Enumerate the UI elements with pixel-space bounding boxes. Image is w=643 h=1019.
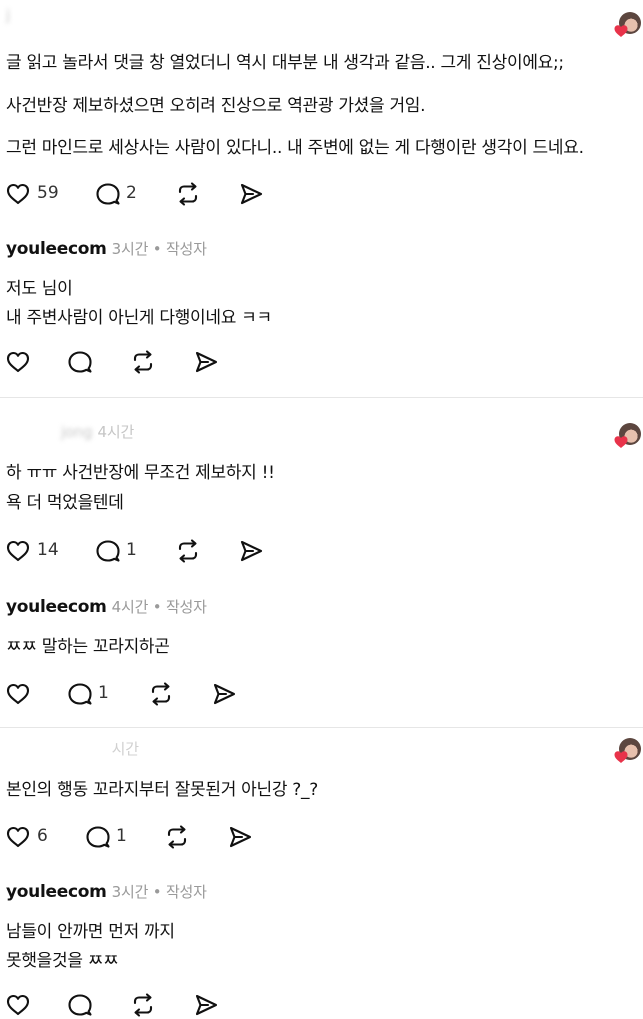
speech-bubble-icon <box>67 681 93 707</box>
author-liked-avatar <box>614 423 642 451</box>
reply-button[interactable] <box>95 181 121 207</box>
like-button[interactable] <box>5 538 31 564</box>
repost-icon <box>130 349 156 375</box>
share-button[interactable] <box>227 824 253 850</box>
repost-button[interactable] <box>148 681 174 707</box>
comment-text-line: 욕 더 먹었을텐데 <box>6 493 124 513</box>
send-icon <box>238 181 264 207</box>
send-icon <box>193 992 219 1018</box>
like-button[interactable] <box>5 824 31 850</box>
speech-bubble-icon <box>95 538 121 564</box>
send-icon <box>238 538 264 564</box>
like-count: 6 <box>37 826 48 846</box>
share-button[interactable] <box>193 349 219 375</box>
reply-author-name[interactable]: youleecom <box>6 882 107 902</box>
repost-button[interactable] <box>175 181 201 207</box>
reply-button[interactable] <box>67 992 93 1018</box>
reply-header: youleecom 4시간 • 작성자 <box>6 596 207 617</box>
comment-author-name[interactable]: j <box>6 6 115 24</box>
heart-outline-icon <box>5 824 31 850</box>
author-heart-icon <box>614 24 628 38</box>
comment-header: jong 4시간 <box>6 421 134 442</box>
repost-icon <box>175 538 201 564</box>
repost-button[interactable] <box>130 992 156 1018</box>
repost-button[interactable] <box>164 824 190 850</box>
author-heart-icon <box>614 435 628 449</box>
reply-text-line: 못햇을것을 ㅉㅉ <box>6 951 119 971</box>
reply-button[interactable] <box>67 681 93 707</box>
reply-text-line: 남들이 안까면 먼저 까지 <box>6 922 175 942</box>
reply-text-line: ㅉㅉ 말하는 꼬라지하곤 <box>6 637 170 657</box>
comment-header: 시간 <box>6 738 139 759</box>
author-heart-icon <box>614 750 628 764</box>
comment-text-line: 본인의 행동 꼬라지부터 잘못된거 아닌강 ?_? <box>6 780 318 800</box>
share-button[interactable] <box>193 992 219 1018</box>
comment-author-text: j <box>6 6 10 24</box>
comment-author-text: jong <box>60 423 93 441</box>
author-liked-avatar <box>614 12 642 40</box>
reply-button[interactable] <box>67 349 93 375</box>
heart-outline-icon <box>5 681 31 707</box>
send-icon <box>227 824 253 850</box>
comment-text-line: 글 읽고 놀라서 댓글 창 열었더니 역시 대부분 내 생각과 같음.. 그게 … <box>6 53 564 73</box>
share-button[interactable] <box>238 181 264 207</box>
author-liked-avatar <box>614 738 642 766</box>
reply-text-line: 저도 님이 <box>6 279 73 299</box>
reply-meta: 3시간 • 작성자 <box>111 883 207 901</box>
heart-outline-icon <box>5 992 31 1018</box>
comment-text-line: 사건반장 제보하셨으면 오히려 진상으로 역관광 가셨을 거임. <box>6 96 426 116</box>
reply-button[interactable] <box>85 824 111 850</box>
repost-button[interactable] <box>175 538 201 564</box>
repost-icon <box>175 181 201 207</box>
like-button[interactable] <box>5 992 31 1018</box>
repost-icon <box>164 824 190 850</box>
share-button[interactable] <box>238 538 264 564</box>
speech-bubble-icon <box>67 992 93 1018</box>
repost-icon <box>148 681 174 707</box>
like-button[interactable] <box>5 181 31 207</box>
reply-header: youleecom 3시간 • 작성자 <box>6 881 207 902</box>
comment-author-name[interactable]: jong <box>6 423 93 441</box>
speech-bubble-icon <box>85 824 111 850</box>
comment-text-line: 그런 마인드로 세상사는 사람이 있다니.. 내 주변에 없는 게 다행이란 생… <box>6 138 584 158</box>
speech-bubble-icon <box>67 349 93 375</box>
reply-text-line: 내 주변사람이 아닌게 다행이네요 ㅋㅋ <box>6 308 272 328</box>
reply-count: 1 <box>126 540 137 560</box>
heart-outline-icon <box>5 538 31 564</box>
reply-meta: 3시간 • 작성자 <box>111 240 207 258</box>
heart-outline-icon <box>5 181 31 207</box>
reply-meta: 4시간 • 작성자 <box>111 598 207 616</box>
send-icon <box>211 681 237 707</box>
speech-bubble-icon <box>95 181 121 207</box>
comment-author-name[interactable] <box>6 740 107 758</box>
reply-count: 2 <box>126 183 137 203</box>
repost-button[interactable] <box>130 349 156 375</box>
like-count: 14 <box>37 540 59 560</box>
like-button[interactable] <box>5 681 31 707</box>
heart-outline-icon <box>5 349 31 375</box>
reply-author-name[interactable]: youleecom <box>6 597 107 617</box>
reply-author-name[interactable]: youleecom <box>6 239 107 259</box>
comment-divider <box>0 727 643 728</box>
like-count: 59 <box>37 183 59 203</box>
reply-button[interactable] <box>95 538 121 564</box>
reply-count: 1 <box>116 826 127 846</box>
comment-time: 4시간 <box>97 423 135 441</box>
comment-divider <box>0 397 643 398</box>
comment-text-line: 하 ㅠㅠ 사건반장에 무조건 제보하지 !! <box>6 463 275 483</box>
reply-header: youleecom 3시간 • 작성자 <box>6 238 207 259</box>
send-icon <box>193 349 219 375</box>
share-button[interactable] <box>211 681 237 707</box>
repost-icon <box>130 992 156 1018</box>
reply-count: 1 <box>98 683 109 703</box>
comment-time: 시간 <box>111 740 139 758</box>
like-button[interactable] <box>5 349 31 375</box>
